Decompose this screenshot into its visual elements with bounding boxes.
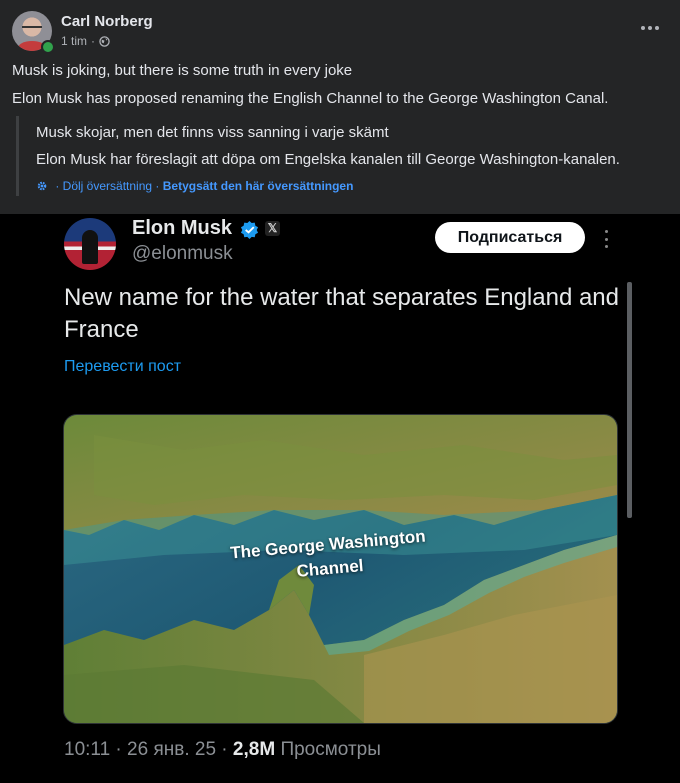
avatar-person	[82, 230, 98, 264]
post-card: Carl Norberg 1 tim · Musk is joking, but…	[0, 0, 680, 783]
online-status-icon	[41, 40, 55, 54]
tweet-text: New name for the water that separates En…	[64, 284, 619, 343]
post-text-line-2: Elon Musk has proposed renaming the Engl…	[12, 90, 609, 107]
tweet-footer: 10:11 · 26 янв. 25 · 2,8M Просмотры	[64, 739, 381, 761]
tweet-date: 26 янв. 25	[127, 739, 217, 760]
x-logo-icon: 𝕏	[265, 221, 280, 236]
post-image[interactable]: Elon Musk 𝕏 @elonmusk Подписаться New na…	[0, 214, 680, 783]
author-name[interactable]: Carl Norberg	[61, 13, 153, 30]
tweet-avatar	[64, 218, 116, 270]
post-meta: 1 tim ·	[61, 34, 110, 48]
views-count: 2,8M	[232, 739, 276, 760]
scrollbar	[627, 282, 632, 518]
footer-separator: ·	[115, 739, 122, 760]
translate-post-link: Перевести пост	[64, 358, 182, 375]
tweet-handle: @elonmusk	[132, 243, 233, 264]
rate-translation-link[interactable]: Betygsätt den här översättningen	[163, 179, 354, 193]
more-vertical-icon	[603, 230, 609, 248]
post-more-button[interactable]	[636, 18, 664, 38]
translation-line-2: Elon Musk har föreslagit att döpa om Eng…	[36, 151, 620, 168]
more-icon-dot	[648, 26, 652, 30]
globe-icon[interactable]	[99, 35, 110, 47]
translation-quote-bar	[16, 116, 19, 196]
avatar-glasses	[22, 26, 42, 33]
more-icon-dot	[641, 26, 645, 30]
meta-separator: ·	[91, 34, 96, 48]
satellite-map-image: The George Washington Channel	[63, 414, 618, 724]
translation-controls: · Dölj översättning · Betygsätt den här …	[36, 179, 353, 193]
tweet-author-name: Elon Musk	[132, 217, 233, 239]
subscribe-button: Подписаться	[435, 222, 585, 253]
views-label: Просмотры	[280, 739, 381, 760]
translation-separator: ·	[52, 179, 63, 193]
footer-separator: ·	[221, 739, 228, 760]
more-icon-dot	[655, 26, 659, 30]
translation-line-1: Musk skojar, men det finns viss sanning …	[36, 124, 389, 141]
gear-icon	[37, 181, 47, 191]
verified-badge-icon	[240, 220, 259, 239]
hide-translation-link[interactable]: Dölj översättning	[63, 179, 152, 193]
translation-separator: ·	[152, 179, 163, 193]
post-time[interactable]: 1 tim	[61, 34, 87, 48]
tweet-time: 10:11	[64, 739, 111, 760]
post-text-line-1: Musk is joking, but there is some truth …	[12, 62, 353, 79]
